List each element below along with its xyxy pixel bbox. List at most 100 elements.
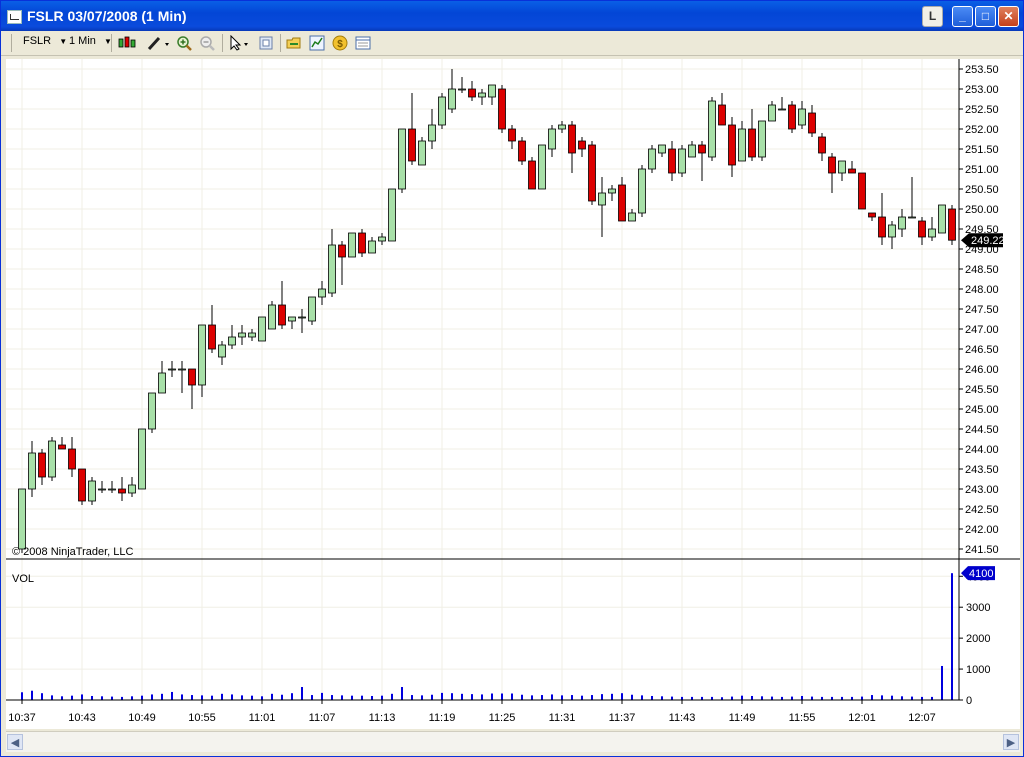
- candle-up: [308, 296, 316, 322]
- candle-down: [578, 140, 586, 150]
- scroll-right-icon[interactable]: ▶: [1003, 734, 1019, 750]
- candle-up: [378, 236, 386, 242]
- volume-bar: [441, 692, 443, 700]
- volume-bar: [141, 695, 143, 700]
- x-tick-label: 11:25: [489, 712, 516, 724]
- candle-down: [868, 212, 876, 218]
- candle-up: [648, 148, 656, 170]
- maximize-button[interactable]: □: [975, 6, 996, 27]
- candle-up: [148, 392, 156, 430]
- candle-down: [848, 168, 856, 174]
- candle-up: [158, 372, 166, 394]
- candle-up: [458, 88, 466, 91]
- pointer-icon[interactable]: [228, 34, 252, 51]
- volume-bar: [531, 695, 533, 700]
- candle-up: [248, 332, 256, 338]
- chart-properties-icon[interactable]: [309, 35, 325, 51]
- volume-bar: [371, 695, 373, 700]
- candle-up: [298, 316, 306, 319]
- candlestick-style-icon[interactable]: [117, 35, 136, 51]
- volume-bar: [41, 693, 43, 700]
- candle-up: [88, 480, 96, 502]
- volume-bar: [351, 695, 353, 700]
- candle-down: [618, 184, 626, 222]
- volume-bar: [71, 695, 73, 700]
- candle-down: [68, 448, 76, 470]
- volume-bar: [731, 696, 733, 700]
- interval-selector[interactable]: 1 Min ▼: [69, 35, 112, 47]
- candle-up: [688, 144, 696, 158]
- volume-bar: [891, 695, 893, 700]
- title-bar[interactable]: FSLR 03/07/2008 (1 Min) L _ □ ✕: [1, 1, 1023, 31]
- candle-up: [318, 288, 326, 298]
- svg-text:$: $: [337, 39, 343, 50]
- last-volume-label: 4100: [969, 568, 993, 580]
- candle-up: [108, 488, 116, 491]
- price-tick-label: 250.00: [965, 204, 999, 216]
- volume-bar: [521, 694, 523, 700]
- x-tick-label: 11:37: [609, 712, 636, 724]
- volume-bar: [391, 693, 393, 700]
- close-button[interactable]: ✕: [998, 6, 1019, 27]
- volume-bar: [31, 690, 33, 700]
- zoom-out-icon[interactable]: [199, 35, 215, 51]
- candle-up: [478, 92, 486, 98]
- candle-up: [48, 440, 56, 478]
- candle-down: [508, 128, 516, 142]
- price-tick-label: 248.50: [965, 264, 999, 276]
- volume-bar: [771, 696, 773, 700]
- candle-down: [878, 216, 886, 238]
- zoom-in-icon[interactable]: [176, 35, 192, 51]
- volume-bar: [401, 687, 403, 700]
- horizontal-scrollbar[interactable]: ◀ ▶: [6, 731, 1020, 752]
- volume-bar: [801, 695, 803, 700]
- volume-bar: [941, 665, 943, 700]
- volume-bar: [261, 696, 263, 700]
- x-tick-label: 11:19: [429, 712, 456, 724]
- volume-bar: [481, 694, 483, 700]
- candle-up: [628, 212, 636, 222]
- price-tick-label: 243.00: [965, 484, 999, 496]
- crosshair-icon[interactable]: [258, 35, 274, 51]
- volume-bar: [291, 693, 293, 700]
- volume-bar: [341, 695, 343, 700]
- folder-open-icon[interactable]: [286, 35, 302, 51]
- candle-down: [338, 244, 346, 258]
- chart-canvas[interactable]: 10:37 10:43 10:49 10:55 11:01 11:07 11:13 11:19…: [6, 59, 1020, 729]
- strategy-glyph: $: [332, 35, 348, 51]
- candle-up: [608, 188, 616, 194]
- candle-up: [678, 148, 686, 174]
- candlestick-glyph: [118, 36, 136, 48]
- data-box-icon[interactable]: [355, 35, 371, 51]
- last-volume-marker: 4100: [961, 566, 995, 581]
- pencil-draw-icon[interactable]: [146, 35, 170, 51]
- price-tick-label: 241.50: [965, 544, 999, 556]
- price-tick-label: 252.50: [965, 104, 999, 116]
- volume-bar: [601, 694, 603, 700]
- candle-up: [228, 336, 236, 346]
- scroll-left-icon[interactable]: ◀: [7, 734, 23, 750]
- volume-tick-label: 3000: [966, 602, 990, 614]
- minimize-button[interactable]: _: [952, 6, 973, 27]
- price-tick-label: 245.00: [965, 404, 999, 416]
- candle-up: [548, 128, 556, 150]
- instrument-selector[interactable]: FSLR ▼: [23, 35, 67, 47]
- candle-up: [348, 232, 356, 258]
- toolbar-separator: [111, 34, 112, 52]
- volume-bar: [81, 694, 83, 700]
- volume-bar: [331, 695, 333, 700]
- candle-down: [858, 172, 866, 210]
- volume-bar: [511, 693, 513, 700]
- chart-area[interactable]: 10:37 10:43 10:49 10:55 11:01 11:07 11:13 11:19…: [6, 59, 1020, 729]
- strategy-icon[interactable]: $: [332, 35, 348, 51]
- volume-bar: [741, 695, 743, 700]
- volume-bar: [181, 694, 183, 700]
- link-button[interactable]: L: [922, 6, 943, 27]
- data-box-glyph: [355, 36, 371, 50]
- chart-properties-glyph: [309, 35, 325, 51]
- copyright-text: © 2008 NinjaTrader, LLC: [12, 546, 133, 558]
- volume-bar: [321, 692, 323, 700]
- volume-bar: [901, 696, 903, 700]
- candle-up: [258, 316, 266, 342]
- candle-up: [138, 428, 146, 490]
